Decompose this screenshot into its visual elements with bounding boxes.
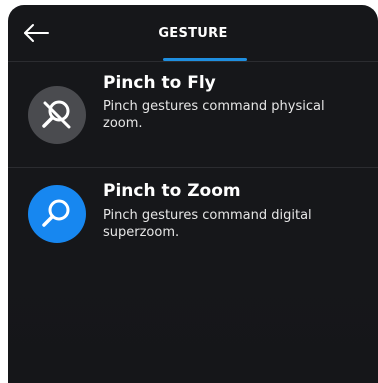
option-description: Pinch gestures command physical zoom. <box>103 99 325 131</box>
page-title[interactable]: GESTURE <box>8 26 378 41</box>
option-title: Pinch to Fly <box>103 73 216 93</box>
option-pinch-to-fly[interactable]: Pinch to Fly Pinch gestures command phys… <box>8 63 378 168</box>
header-bar: GESTURE <box>8 5 378 62</box>
zoom-off-icon <box>28 86 86 144</box>
backdrop <box>8 275 378 383</box>
option-pinch-to-zoom[interactable]: Pinch to Zoom Pinch gestures command dig… <box>8 169 378 269</box>
gesture-panel: GESTURE Pinch to Fly Pinch gestures comm… <box>8 5 378 383</box>
zoom-icon <box>28 185 86 243</box>
option-description: Pinch gestures command digital superzoom… <box>103 208 312 240</box>
option-title: Pinch to Zoom <box>103 181 241 201</box>
tab-underline <box>163 58 247 61</box>
